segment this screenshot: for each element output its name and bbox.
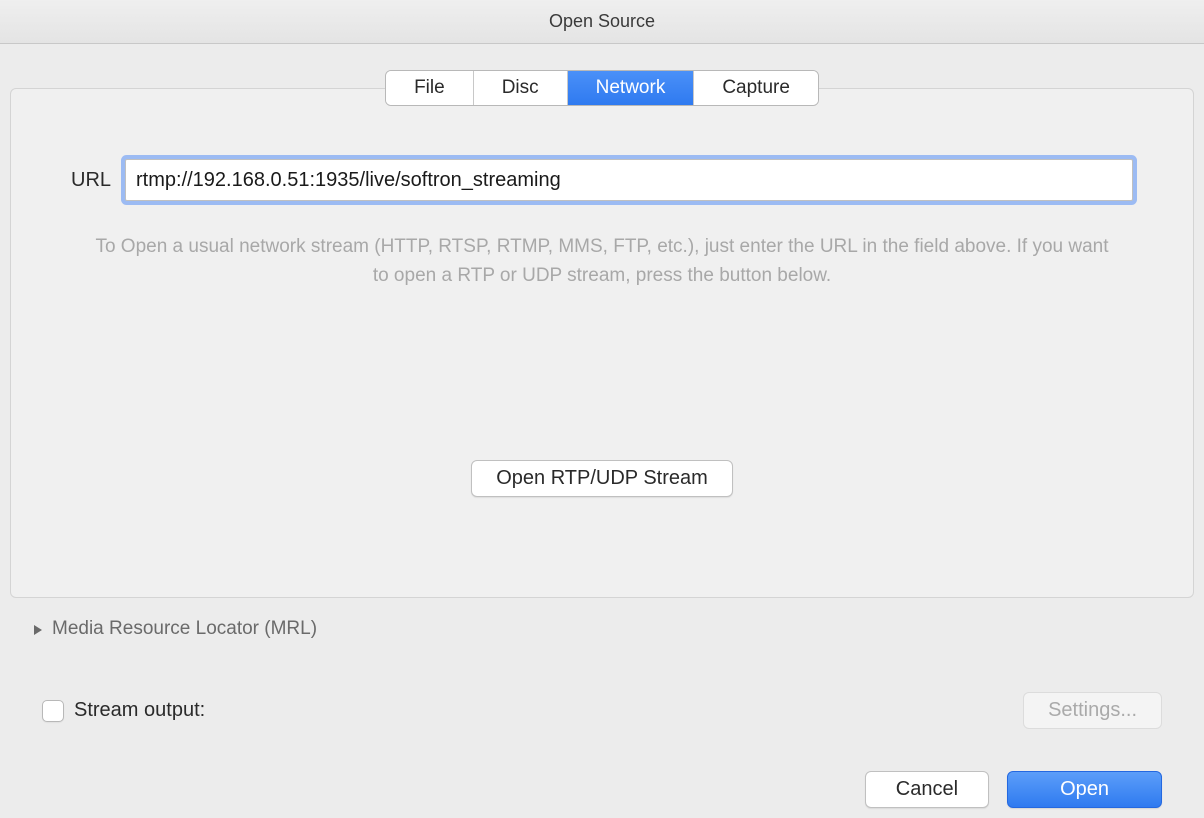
url-label: URL bbox=[71, 169, 111, 192]
help-text: To Open a usual network stream (HTTP, RT… bbox=[71, 233, 1133, 290]
stream-output-checkbox[interactable] bbox=[42, 700, 64, 722]
open-rtp-udp-button[interactable]: Open RTP/UDP Stream bbox=[471, 460, 733, 497]
mrl-disclosure[interactable]: Media Resource Locator (MRL) bbox=[32, 618, 1194, 640]
network-panel: URL To Open a usual network stream (HTTP… bbox=[10, 88, 1194, 598]
window-titlebar: Open Source bbox=[0, 0, 1204, 44]
disclosure-triangle-icon bbox=[32, 623, 44, 635]
url-input[interactable] bbox=[125, 159, 1133, 201]
tab-disc[interactable]: Disc bbox=[474, 71, 568, 105]
tab-network[interactable]: Network bbox=[568, 71, 695, 105]
window-title: Open Source bbox=[549, 11, 655, 32]
open-button[interactable]: Open bbox=[1007, 771, 1162, 808]
tab-file[interactable]: File bbox=[386, 71, 474, 105]
mrl-label: Media Resource Locator (MRL) bbox=[52, 618, 317, 640]
tab-capture[interactable]: Capture bbox=[694, 71, 818, 105]
stream-output-label: Stream output: bbox=[74, 699, 205, 722]
cancel-button[interactable]: Cancel bbox=[865, 771, 989, 808]
settings-button[interactable]: Settings... bbox=[1023, 692, 1162, 729]
source-tabs: File Disc Network Capture bbox=[385, 70, 819, 106]
